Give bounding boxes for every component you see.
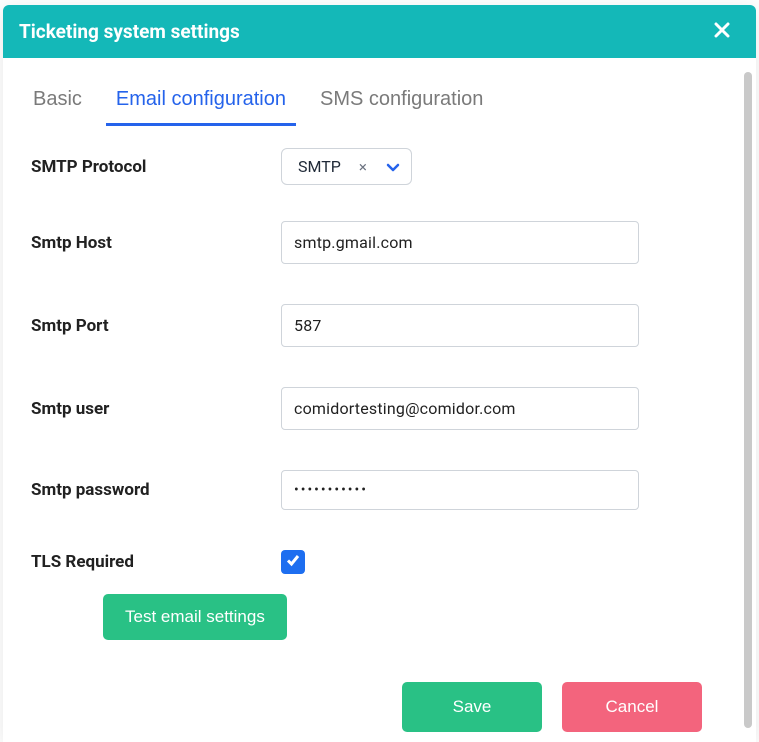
row-test-button: Test email settings	[31, 594, 724, 640]
test-email-settings-button[interactable]: Test email settings	[103, 594, 287, 640]
smtp-protocol-value: SMTP	[298, 157, 341, 176]
label-smtp-user: Smtp user	[31, 399, 281, 419]
tab-email-configuration[interactable]: Email configuration	[106, 84, 296, 126]
close-icon	[714, 22, 730, 41]
smtp-user-input[interactable]	[281, 387, 639, 430]
label-smtp-password: Smtp password	[31, 480, 281, 500]
smtp-password-input[interactable]	[281, 470, 639, 510]
tls-required-checkbox[interactable]	[281, 550, 305, 574]
row-smtp-password: Smtp password	[31, 470, 724, 510]
smtp-port-input[interactable]	[281, 304, 639, 347]
label-smtp-host: Smtp Host	[31, 233, 281, 253]
save-button[interactable]: Save	[402, 682, 542, 732]
row-smtp-user: Smtp user	[31, 387, 724, 430]
label-smtp-port: Smtp Port	[31, 316, 281, 336]
modal-footer: Save Cancel	[31, 682, 724, 742]
close-button[interactable]	[710, 18, 734, 45]
settings-modal: Ticketing system settings Basic Email co…	[3, 5, 756, 742]
clear-icon[interactable]: ×	[357, 158, 369, 176]
tab-basic[interactable]: Basic	[31, 84, 84, 123]
modal-header: Ticketing system settings	[3, 5, 756, 58]
row-smtp-port: Smtp Port	[31, 304, 724, 347]
chevron-down-icon[interactable]	[385, 159, 401, 175]
label-smtp-protocol: SMTP Protocol	[31, 157, 281, 177]
row-smtp-protocol: SMTP Protocol SMTP ×	[31, 148, 724, 185]
modal-body-wrap: Basic Email configuration SMS configurat…	[3, 58, 756, 742]
tabs: Basic Email configuration SMS configurat…	[31, 84, 724, 126]
modal-title: Ticketing system settings	[19, 20, 240, 43]
tab-sms-configuration[interactable]: SMS configuration	[318, 84, 485, 123]
row-smtp-host: Smtp Host	[31, 221, 724, 264]
smtp-protocol-select[interactable]: SMTP ×	[281, 148, 412, 185]
row-tls-required: TLS Required	[31, 550, 724, 574]
smtp-host-input[interactable]	[281, 221, 639, 264]
label-tls-required: TLS Required	[31, 552, 281, 572]
cancel-button[interactable]: Cancel	[562, 682, 702, 732]
modal-body: Basic Email configuration SMS configurat…	[3, 58, 734, 742]
scrollbar[interactable]	[744, 72, 752, 728]
check-icon	[285, 552, 301, 572]
